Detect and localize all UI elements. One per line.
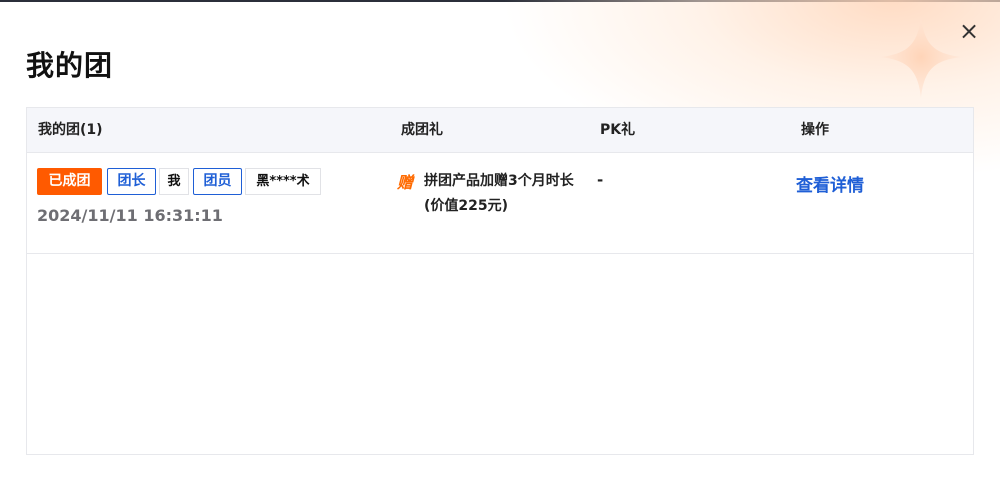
view-details-link[interactable]: 查看详情	[796, 171, 864, 196]
column-header-pk: PK礼	[600, 122, 636, 138]
member-tag: 团员	[193, 168, 242, 195]
page-title: 我的团	[26, 49, 114, 82]
status-badge: 已成团	[37, 168, 102, 195]
column-header-gift: 成团礼	[401, 122, 443, 138]
member-name: 黑****术	[245, 168, 321, 195]
group-time: 2024/11/11 16:31:11	[37, 206, 223, 225]
table-row: 已成团 团长 我 团员 黑****术 2024/11/11 16:31:11 赠…	[27, 153, 973, 254]
pk-gift-value: -	[597, 171, 604, 189]
gift-description: 拼团产品加赠3个月时长 (价值225元)	[424, 173, 574, 214]
sparkle-icon	[880, 16, 962, 98]
table-header: 我的团(1) 成团礼 PK礼 操作	[27, 108, 973, 153]
group-table: 我的团(1) 成团礼 PK礼 操作 已成团 团长 我 团员 黑****术 202…	[26, 107, 974, 455]
column-header-group: 我的团(1)	[38, 122, 103, 138]
gift-icon: 赠	[397, 173, 414, 192]
leader-tag: 团长	[107, 168, 156, 195]
close-icon[interactable]: ×	[958, 19, 980, 43]
my-group-modal: 我的团 × 我的团(1) 成团礼 PK礼 操作 已成团 团长 我 团员 黑***…	[0, 0, 1000, 494]
column-header-action: 操作	[801, 122, 829, 138]
leader-name: 我	[159, 168, 189, 195]
